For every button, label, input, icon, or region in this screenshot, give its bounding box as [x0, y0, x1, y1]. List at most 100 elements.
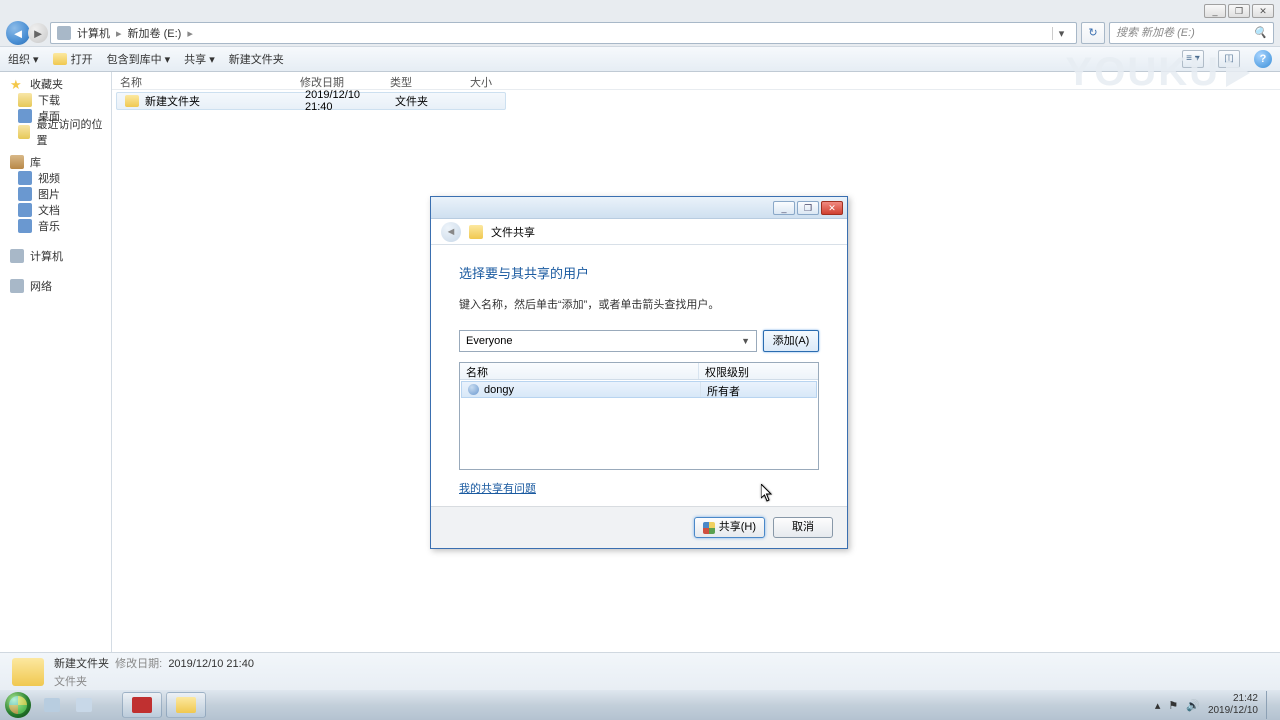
details-name: 新建文件夹	[54, 658, 109, 670]
forward-button[interactable]: ►	[28, 23, 48, 43]
cancel-button[interactable]: 取消	[773, 517, 833, 538]
picture-icon	[18, 187, 32, 201]
tree-label: 音乐	[38, 218, 60, 234]
view-options-button[interactable]: ≡ ▾	[1182, 50, 1204, 68]
back-button[interactable]: ◄	[6, 21, 30, 45]
red-app-icon	[132, 697, 152, 713]
details-date-label: 修改日期:	[115, 658, 162, 670]
taskbar-app-2[interactable]	[166, 692, 206, 718]
close-button[interactable]: ✕	[1252, 4, 1274, 18]
tray-expand-icon[interactable]: ▴	[1155, 699, 1161, 712]
details-date-value: 2019/12/10 21:40	[168, 658, 254, 670]
tree-videos[interactable]: 视频	[0, 170, 111, 186]
dialog-back-button[interactable]: ◄	[441, 222, 461, 242]
file-date: 2019/12/10 21:40	[297, 87, 387, 115]
open-button[interactable]: 打开	[53, 51, 93, 67]
dialog-titlebar[interactable]: _ ❐ ✕	[431, 197, 847, 219]
shield-icon	[703, 522, 715, 534]
network-icon	[10, 279, 24, 293]
minimize-button[interactable]: _	[1204, 4, 1226, 18]
tree-recent[interactable]: 最近访问的位置	[0, 124, 111, 140]
file-sharing-dialog: _ ❐ ✕ ◄ 文件共享 选择要与其共享的用户 键入名称，然后单击“添加”，或者…	[430, 196, 848, 549]
tray-clock[interactable]: 21:42 2019/12/10	[1208, 693, 1258, 717]
help-button[interactable]: ?	[1254, 50, 1272, 68]
tree-label: 下载	[38, 92, 60, 108]
navigation-tree: ★收藏夹 下载 桌面 最近访问的位置 库 视频 图片 文档 音乐 计算机 网络	[0, 72, 112, 652]
organize-menu[interactable]: 组织 ▾	[8, 51, 39, 67]
folder-app-icon	[176, 697, 196, 713]
col-name[interactable]: 名称	[112, 72, 292, 89]
col-size[interactable]: 大小	[462, 72, 542, 89]
taskbar: ▴ ⚑ 🔊 21:42 2019/12/10	[0, 690, 1280, 720]
tree-downloads[interactable]: 下载	[0, 92, 111, 108]
col-permission[interactable]: 权限级别	[698, 363, 818, 379]
user-permission: 所有者	[700, 382, 816, 397]
search-icon: 🔍	[1253, 23, 1267, 43]
taskbar-pin-app[interactable]	[70, 693, 98, 717]
share-icon	[469, 225, 483, 239]
new-folder-button[interactable]: 新建文件夹	[229, 51, 284, 67]
file-list-header: 名称 修改日期 类型 大小	[112, 72, 1280, 90]
user-name: dongy	[484, 384, 514, 396]
address-bar: ◄ ► 计算机 ▸ 新加卷 (E:) ▸ ▾ ↻ 搜索 新加卷 (E:) 🔍	[0, 20, 1280, 46]
tree-network[interactable]: 网络	[0, 278, 111, 294]
tree-computer[interactable]: 计算机	[0, 248, 111, 264]
folder-icon	[53, 53, 67, 65]
file-row[interactable]: 新建文件夹 2019/12/10 21:40 文件夹	[116, 92, 506, 110]
dialog-title: 选择要与其共享的用户	[459, 263, 819, 282]
chevron-right-icon[interactable]: ▸	[116, 27, 122, 40]
preview-pane-button[interactable]: ◫	[1218, 50, 1240, 68]
show-desktop-button[interactable]	[1266, 691, 1274, 719]
start-button[interactable]	[0, 690, 36, 720]
search-input[interactable]: 搜索 新加卷 (E:) 🔍	[1109, 22, 1274, 44]
tree-documents[interactable]: 文档	[0, 202, 111, 218]
dialog-maximize-button[interactable]: ❐	[797, 201, 819, 215]
crumb-drive[interactable]: 新加卷 (E:)	[128, 25, 182, 41]
col-type[interactable]: 类型	[382, 72, 462, 89]
folder-icon	[18, 93, 32, 107]
taskbar-pin-explorer[interactable]	[38, 693, 66, 717]
tree-label: 最近访问的位置	[36, 116, 105, 148]
chevron-right-icon[interactable]: ▸	[187, 27, 193, 40]
share-button[interactable]: 共享(H)	[694, 517, 765, 538]
folder-large-icon	[12, 658, 44, 686]
dialog-footer: 共享(H) 取消	[431, 506, 847, 548]
crumb-computer[interactable]: 计算机	[77, 25, 110, 41]
combo-value: Everyone	[466, 335, 512, 347]
user-combobox[interactable]: Everyone ▼	[459, 330, 757, 352]
add-button[interactable]: 添加(A)	[763, 330, 819, 352]
breadcrumb[interactable]: 计算机 ▸ 新加卷 (E:) ▸ ▾	[50, 22, 1077, 44]
star-icon: ★	[10, 77, 24, 91]
details-pane: 新建文件夹 修改日期: 2019/12/10 21:40 文件夹	[0, 652, 1280, 690]
tree-label: 视频	[38, 170, 60, 186]
address-dropdown[interactable]: ▾	[1052, 27, 1070, 40]
tree-music[interactable]: 音乐	[0, 218, 111, 234]
tree-libraries[interactable]: 库	[0, 154, 111, 170]
window-controls: _ ❐ ✕	[1204, 4, 1274, 18]
nav-buttons: ◄ ►	[6, 21, 46, 45]
explorer-icon	[44, 698, 60, 712]
user-icon	[468, 384, 479, 395]
dialog-minimize-button[interactable]: _	[773, 201, 795, 215]
tree-favorites[interactable]: ★收藏夹	[0, 76, 111, 92]
app-icon	[76, 698, 92, 712]
tree-pictures[interactable]: 图片	[0, 186, 111, 202]
computer-icon	[57, 26, 71, 40]
tray-volume-icon[interactable]: 🔊	[1186, 699, 1200, 712]
tray-flag-icon[interactable]: ⚑	[1168, 699, 1178, 712]
refresh-button[interactable]: ↻	[1081, 22, 1105, 44]
search-placeholder: 搜索 新加卷 (E:)	[1116, 23, 1195, 43]
dialog-close-button[interactable]: ✕	[821, 201, 843, 215]
taskbar-app-1[interactable]	[122, 692, 162, 718]
user-row[interactable]: dongy 所有者	[461, 381, 817, 398]
include-library-menu[interactable]: 包含到库中 ▾	[107, 51, 171, 67]
col-user-name[interactable]: 名称	[460, 363, 698, 379]
sharing-help-link[interactable]: 我的共享有问题	[459, 480, 536, 496]
file-name: 新建文件夹	[145, 93, 200, 109]
tree-label: 图片	[38, 186, 60, 202]
share-menu[interactable]: 共享 ▾	[184, 51, 215, 67]
windows-orb-icon	[5, 692, 31, 718]
computer-icon	[10, 249, 24, 263]
system-tray: ▴ ⚑ 🔊 21:42 2019/12/10	[1155, 691, 1274, 719]
maximize-button[interactable]: ❐	[1228, 4, 1250, 18]
